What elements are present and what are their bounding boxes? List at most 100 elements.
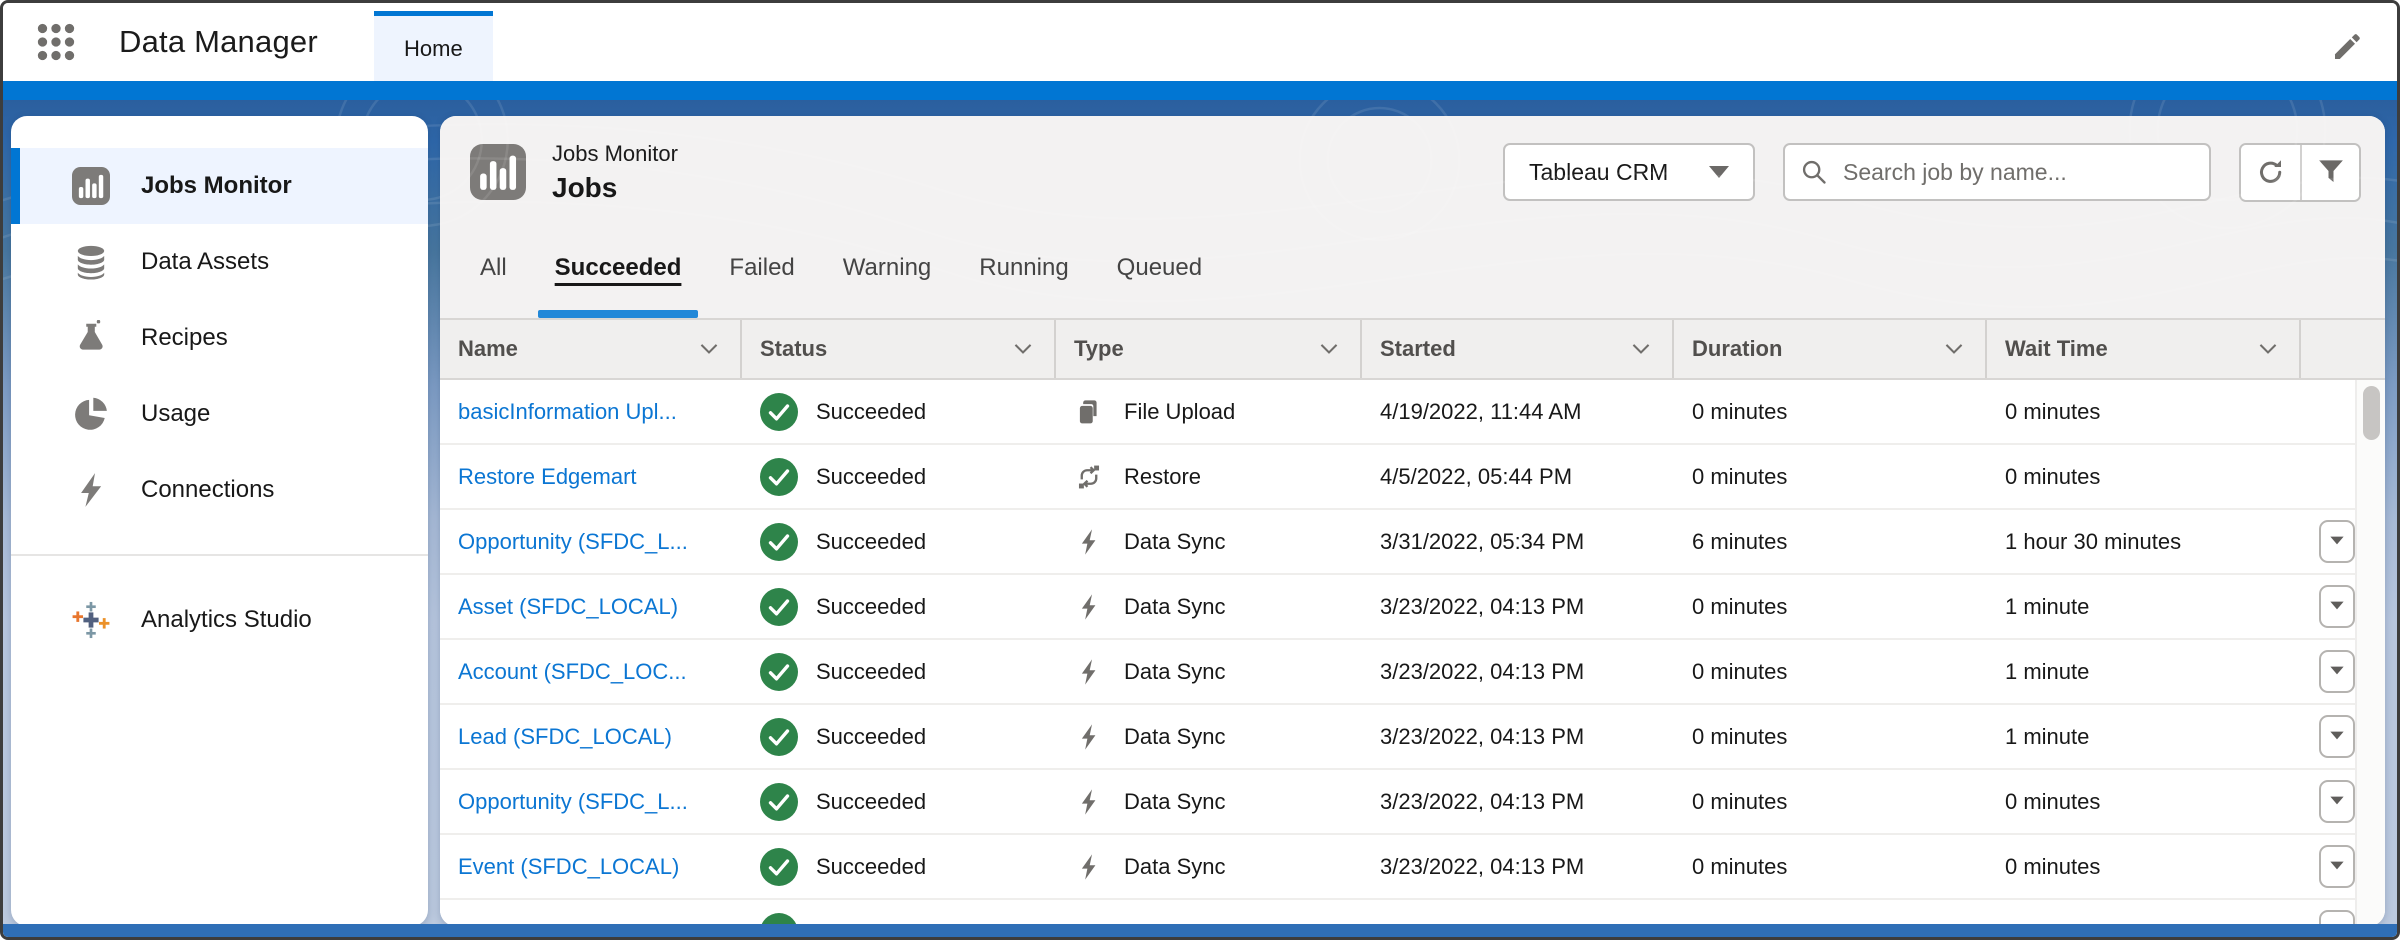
- column-header-label: Type: [1074, 336, 1124, 362]
- wait-time-cell: 1 hour 30 minutes: [1987, 510, 2301, 573]
- page-title: Jobs: [552, 172, 678, 204]
- sidebar-nav: Jobs Monitor Data Assets RecipesUsageConne…: [11, 148, 428, 658]
- table-row: basicInformation Upl...SucceededFile Upl…: [440, 380, 2355, 445]
- row-actions-button[interactable]: [2319, 715, 2355, 758]
- column-header-type[interactable]: Type: [1056, 320, 1362, 378]
- sidebar-item-label: Data Assets: [141, 248, 269, 276]
- table-row: Lead (SFDC_LOCAL)SucceededData Sync3/23/…: [440, 705, 2355, 770]
- tab-label: All: [480, 254, 507, 282]
- tab-home[interactable]: Home: [374, 11, 493, 81]
- tab-succeeded[interactable]: Succeeded: [531, 218, 706, 318]
- job-name-link[interactable]: Asset (SFDC_LOCAL): [458, 594, 678, 620]
- restore-icon: [1074, 462, 1104, 492]
- sidebar-item-connections[interactable]: Connections: [11, 452, 428, 528]
- started-cell: 4/5/2022, 05:44 PM: [1362, 445, 1674, 508]
- app-launcher-icon[interactable]: [33, 19, 79, 65]
- started-cell: 4/19/2022, 11:44 AM: [1362, 380, 1674, 443]
- tab-queued[interactable]: Queued: [1093, 218, 1226, 318]
- success-check-icon: [760, 783, 798, 821]
- filter-button[interactable]: [2300, 145, 2359, 200]
- type-cell: Restore: [1056, 445, 1362, 508]
- type-label: Data Sync: [1124, 594, 1226, 620]
- jobs-monitor-icon: [69, 167, 113, 205]
- job-name-link[interactable]: basicInformation Upl...: [458, 399, 677, 425]
- status-label: Succeeded: [816, 789, 926, 815]
- scrollbar-thumb[interactable]: [2363, 386, 2380, 440]
- column-header-started[interactable]: Started: [1362, 320, 1674, 378]
- name-cell: Lead (SFDC_LOCAL): [440, 705, 742, 768]
- tab-label: Running: [979, 254, 1068, 282]
- tab-running[interactable]: Running: [955, 218, 1092, 318]
- duration-cell: 0 minutes: [1674, 445, 1987, 508]
- table-row: Opportunity (SFDC_L...SucceededData Sync…: [440, 770, 2355, 835]
- status-label: Succeeded: [816, 659, 926, 685]
- status-label: Succeeded: [816, 529, 926, 555]
- table-header-row: NameStatus Type StartedDurationWait Time: [440, 318, 2385, 380]
- actions-cell: [2301, 770, 2355, 833]
- job-name-link[interactable]: Opportunity (SFDC_L...: [458, 789, 688, 815]
- background-bottom-band: [3, 924, 2397, 937]
- success-check-icon: [760, 718, 798, 756]
- job-name-link[interactable]: Account (SFDC_LOC...: [458, 659, 687, 685]
- job-name-link[interactable]: Lead (SFDC_LOCAL): [458, 724, 672, 750]
- column-header-actions: [2301, 320, 2355, 378]
- wait-time-cell: 0 minutes: [1987, 380, 2301, 443]
- tab-all[interactable]: All: [456, 218, 531, 318]
- caret-down-icon: [2329, 532, 2345, 551]
- row-actions-button[interactable]: [2319, 650, 2355, 693]
- status-cell: Succeeded: [742, 705, 1056, 768]
- started-cell: 3/23/2022, 04:13 PM: [1362, 575, 1674, 638]
- type-label: Data Sync: [1124, 659, 1226, 685]
- recipes-icon: [69, 319, 113, 357]
- type-cell: [1056, 900, 1362, 926]
- name-cell: Restore Edgemart: [440, 445, 742, 508]
- duration-cell: 0 minutes: [1674, 640, 1987, 703]
- sidebar-item-analytics-studio[interactable]: Analytics Studio: [11, 582, 428, 658]
- actions-cell: [2301, 575, 2355, 638]
- success-check-icon: [760, 848, 798, 886]
- name-cell: [440, 900, 742, 926]
- source-selector[interactable]: Tableau CRM: [1503, 143, 1755, 201]
- sidebar-item-jobs-monitor[interactable]: Jobs Monitor: [11, 148, 428, 224]
- tab-warning[interactable]: Warning: [819, 218, 955, 318]
- row-actions-button[interactable]: [2319, 780, 2355, 823]
- actions-cell: [2301, 640, 2355, 703]
- type-label: Data Sync: [1124, 529, 1226, 555]
- sidebar-item-data-assets[interactable]: Data Assets: [11, 224, 428, 300]
- row-actions-button[interactable]: [2319, 845, 2355, 888]
- sidebar: Jobs Monitor Data Assets RecipesUsageConne…: [11, 116, 428, 926]
- jobs-panel: Jobs Monitor Jobs Tableau CRM: [440, 116, 2385, 926]
- column-header-wait-time[interactable]: Wait Time: [1987, 320, 2301, 378]
- type-label: Data Sync: [1124, 854, 1226, 880]
- column-header-status[interactable]: Status: [742, 320, 1056, 378]
- tab-failed[interactable]: Failed: [705, 218, 818, 318]
- column-header-duration[interactable]: Duration: [1674, 320, 1987, 378]
- job-search: [1783, 143, 2211, 201]
- started-value: 3/23/2022, 04:13 PM: [1380, 724, 1584, 750]
- row-actions-button[interactable]: [2319, 585, 2355, 628]
- refresh-button[interactable]: [2241, 145, 2300, 200]
- sidebar-item-usage[interactable]: Usage: [11, 376, 428, 452]
- wait-time-cell: [1987, 900, 2301, 926]
- header-controls: Tableau CRM: [1503, 143, 2361, 202]
- column-header-name[interactable]: Name: [440, 320, 742, 378]
- job-name-link[interactable]: Restore Edgemart: [458, 464, 637, 490]
- job-name-link[interactable]: Event (SFDC_LOCAL): [458, 854, 679, 880]
- table-row: Account (SFDC_LOC...SucceededData Sync3/…: [440, 640, 2355, 705]
- type-cell: Data Sync: [1056, 575, 1362, 638]
- type-label: Restore: [1124, 464, 1201, 490]
- caret-down-icon: [2329, 792, 2345, 811]
- data-sync-icon: [1074, 852, 1104, 882]
- job-name-link[interactable]: Opportunity (SFDC_L...: [458, 529, 688, 555]
- edit-pencil-icon[interactable]: [2331, 31, 2365, 65]
- usage-icon: [69, 395, 113, 433]
- duration-cell: 6 minutes: [1674, 510, 1987, 573]
- context-label: Jobs Monitor: [552, 141, 678, 167]
- wait-time-cell: 1 minute: [1987, 575, 2301, 638]
- row-actions-button[interactable]: [2319, 520, 2355, 563]
- name-cell: Opportunity (SFDC_L...: [440, 510, 742, 573]
- status-label: Succeeded: [816, 399, 926, 425]
- sidebar-item-recipes[interactable]: Recipes: [11, 300, 428, 376]
- search-input[interactable]: [1783, 143, 2211, 201]
- chevron-down-icon: [2257, 338, 2279, 360]
